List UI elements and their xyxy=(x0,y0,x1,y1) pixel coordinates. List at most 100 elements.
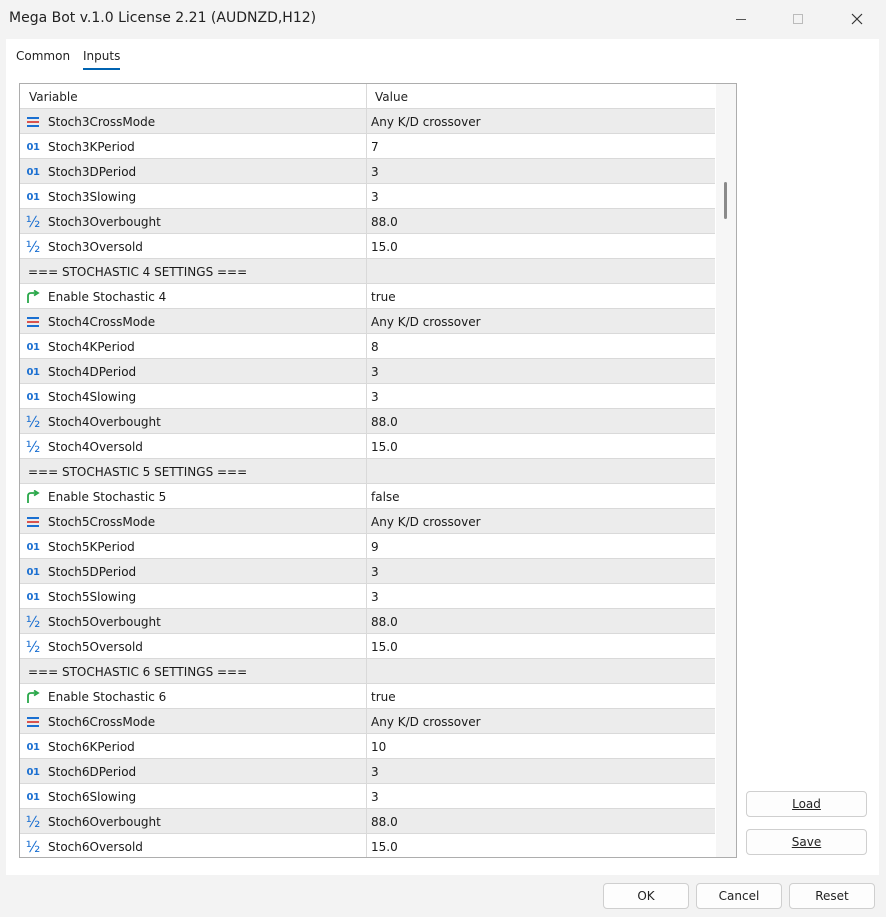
grid-row[interactable]: 01 Stoch3DPeriod 3 xyxy=(20,159,715,184)
scrollbar-thumb[interactable] xyxy=(724,182,727,219)
tab-inputs[interactable]: Inputs xyxy=(83,49,120,63)
column-divider xyxy=(366,784,367,808)
row-value[interactable]: 9 xyxy=(371,540,379,554)
row-value[interactable]: 7 xyxy=(371,140,379,154)
grid-row[interactable]: Stoch5CrossMode Any K/D crossover xyxy=(20,509,715,534)
row-value[interactable]: Any K/D crossover xyxy=(371,515,481,529)
row-value[interactable]: 88.0 xyxy=(371,215,398,229)
grid-row[interactable]: 01 Stoch4Slowing 3 xyxy=(20,384,715,409)
grid-row[interactable]: ½ Stoch3Oversold 15.0 xyxy=(20,234,715,259)
minimize-button[interactable] xyxy=(718,0,764,38)
column-divider xyxy=(366,84,367,109)
row-variable: Stoch4DPeriod xyxy=(48,365,137,379)
row-value[interactable]: 3 xyxy=(371,390,379,404)
row-value[interactable]: 3 xyxy=(371,190,379,204)
grid-row[interactable]: ½ Stoch3Overbought 88.0 xyxy=(20,209,715,234)
grid-row[interactable]: Enable Stochastic 6 true xyxy=(20,684,715,709)
integer-icon: 01 xyxy=(26,366,40,378)
grid-row[interactable]: Stoch4CrossMode Any K/D crossover xyxy=(20,309,715,334)
column-divider xyxy=(366,109,367,133)
row-value[interactable]: Any K/D crossover xyxy=(371,715,481,729)
grid-row[interactable]: ½ Stoch6Overbought 88.0 xyxy=(20,809,715,834)
row-value[interactable]: 88.0 xyxy=(371,415,398,429)
row-value[interactable]: 88.0 xyxy=(371,615,398,629)
crossmode-icon xyxy=(25,514,41,530)
grid-row[interactable]: 01 Stoch6DPeriod 3 xyxy=(20,759,715,784)
row-variable: Stoch4KPeriod xyxy=(48,340,135,354)
row-variable: Stoch4Slowing xyxy=(48,390,137,404)
save-button[interactable]: Save xyxy=(746,829,867,855)
row-value[interactable]: 88.0 xyxy=(371,815,398,829)
cancel-button[interactable]: Cancel xyxy=(696,883,782,909)
column-divider xyxy=(366,509,367,533)
window-title: Mega Bot v.1.0 License 2.21 (AUDNZD,H12) xyxy=(9,10,317,26)
grid-row[interactable]: 01 Stoch5DPeriod 3 xyxy=(20,559,715,584)
row-value[interactable]: 8 xyxy=(371,340,379,354)
row-value[interactable]: true xyxy=(371,290,396,304)
section-row[interactable]: === STOCHASTIC 4 SETTINGS === xyxy=(20,259,715,284)
grid-row[interactable]: ½ Stoch4Overbought 88.0 xyxy=(20,409,715,434)
grid-row[interactable]: ½ Stoch4Oversold 15.0 xyxy=(20,434,715,459)
column-divider xyxy=(366,759,367,783)
grid-row[interactable]: Enable Stochastic 5 false xyxy=(20,484,715,509)
column-header-value[interactable]: Value xyxy=(375,90,408,104)
row-value[interactable]: 15.0 xyxy=(371,440,398,454)
integer-icon: 01 xyxy=(26,791,40,803)
grid-row[interactable]: Enable Stochastic 4 true xyxy=(20,284,715,309)
row-variable: === STOCHASTIC 5 SETTINGS === xyxy=(28,465,248,479)
grid-row[interactable]: ½ Stoch6Oversold 15.0 xyxy=(20,834,715,857)
column-divider xyxy=(366,609,367,633)
close-icon xyxy=(851,13,863,25)
grid-row[interactable]: 01 Stoch6KPeriod 10 xyxy=(20,734,715,759)
grid-row[interactable]: ½ Stoch5Oversold 15.0 xyxy=(20,634,715,659)
load-button[interactable]: Load xyxy=(746,791,867,817)
minimize-icon xyxy=(736,18,746,20)
row-value[interactable]: 15.0 xyxy=(371,840,398,854)
column-divider xyxy=(366,184,367,208)
row-variable: Stoch3DPeriod xyxy=(48,165,137,179)
grid-row[interactable]: 01 Stoch3Slowing 3 xyxy=(20,184,715,209)
row-value[interactable]: Any K/D crossover xyxy=(371,115,481,129)
cancel-button-label: Cancel xyxy=(718,889,760,903)
integer-icon: 01 xyxy=(26,341,40,353)
row-value[interactable]: 3 xyxy=(371,790,379,804)
row-value[interactable]: 3 xyxy=(371,590,379,604)
grid-row[interactable]: 01 Stoch5Slowing 3 xyxy=(20,584,715,609)
grid-row[interactable]: ½ Stoch5Overbought 88.0 xyxy=(20,609,715,634)
crossmode-icon xyxy=(25,314,41,330)
double-icon: ½ xyxy=(25,413,41,431)
maximize-button[interactable] xyxy=(775,0,821,38)
column-divider xyxy=(366,684,367,708)
row-value[interactable]: 3 xyxy=(371,365,379,379)
row-value[interactable]: Any K/D crossover xyxy=(371,315,481,329)
grid-row[interactable]: 01 Stoch5KPeriod 9 xyxy=(20,534,715,559)
grid-row[interactable]: 01 Stoch3KPeriod 7 xyxy=(20,134,715,159)
column-header-variable[interactable]: Variable xyxy=(29,90,78,104)
tab-common[interactable]: Common xyxy=(16,49,70,63)
integer-icon: 01 xyxy=(26,591,40,603)
integer-icon: 01 xyxy=(26,391,40,403)
grid-row[interactable]: Stoch6CrossMode Any K/D crossover xyxy=(20,709,715,734)
section-row[interactable]: === STOCHASTIC 5 SETTINGS === xyxy=(20,459,715,484)
ok-button[interactable]: OK xyxy=(603,883,689,909)
column-divider xyxy=(366,384,367,408)
title-bar: Mega Bot v.1.0 License 2.21 (AUDNZD,H12) xyxy=(0,0,886,38)
grid-row[interactable]: 01 Stoch4DPeriod 3 xyxy=(20,359,715,384)
close-button[interactable] xyxy=(834,0,880,38)
row-value[interactable]: 10 xyxy=(371,740,386,754)
row-value[interactable]: 3 xyxy=(371,765,379,779)
section-row[interactable]: === STOCHASTIC 6 SETTINGS === xyxy=(20,659,715,684)
row-value[interactable]: 15.0 xyxy=(371,240,398,254)
vertical-scrollbar[interactable] xyxy=(716,84,736,857)
row-value[interactable]: 15.0 xyxy=(371,640,398,654)
row-value[interactable]: 3 xyxy=(371,165,379,179)
row-value[interactable]: 3 xyxy=(371,565,379,579)
row-variable: Stoch5Slowing xyxy=(48,590,137,604)
grid-row[interactable]: 01 Stoch4KPeriod 8 xyxy=(20,334,715,359)
grid-row[interactable]: 01 Stoch6Slowing 3 xyxy=(20,784,715,809)
reset-button[interactable]: Reset xyxy=(789,883,875,909)
row-value[interactable]: false xyxy=(371,490,400,504)
column-divider xyxy=(366,834,367,857)
row-value[interactable]: true xyxy=(371,690,396,704)
grid-row[interactable]: Stoch3CrossMode Any K/D crossover xyxy=(20,109,715,134)
